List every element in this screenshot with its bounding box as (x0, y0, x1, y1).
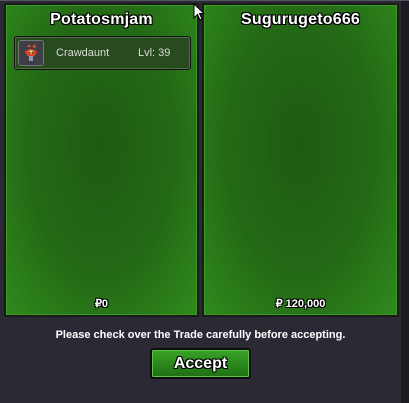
pokemon-level: Lvl: 39 (138, 47, 171, 59)
left-player-name: Potatosmjam (50, 11, 153, 28)
window-edge (401, 1, 409, 403)
right-trade-panel: Sugurugeto666 ₽ 120,000 (202, 3, 399, 317)
right-money-amount: ₽ 120,000 (275, 298, 326, 310)
right-player-name: Sugurugeto666 (240, 11, 361, 28)
left-money-amount: ₽0 (94, 298, 109, 310)
crawdaunt-sprite-icon (18, 40, 44, 66)
mouse-cursor-icon (193, 3, 205, 21)
left-trade-panel: Potatosmjam Crawdaunt Lvl: 39 ₽0 (4, 3, 199, 317)
trade-window: Potatosmjam Crawdaunt Lvl: 39 ₽0 Sugurug… (0, 0, 409, 403)
accept-button[interactable]: Accept (150, 348, 251, 379)
offered-pokemon-item[interactable]: Crawdaunt Lvl: 39 (14, 36, 191, 70)
trade-notice-text: Please check over the Trade carefully be… (55, 329, 346, 341)
pokemon-name: Crawdaunt (56, 47, 110, 59)
